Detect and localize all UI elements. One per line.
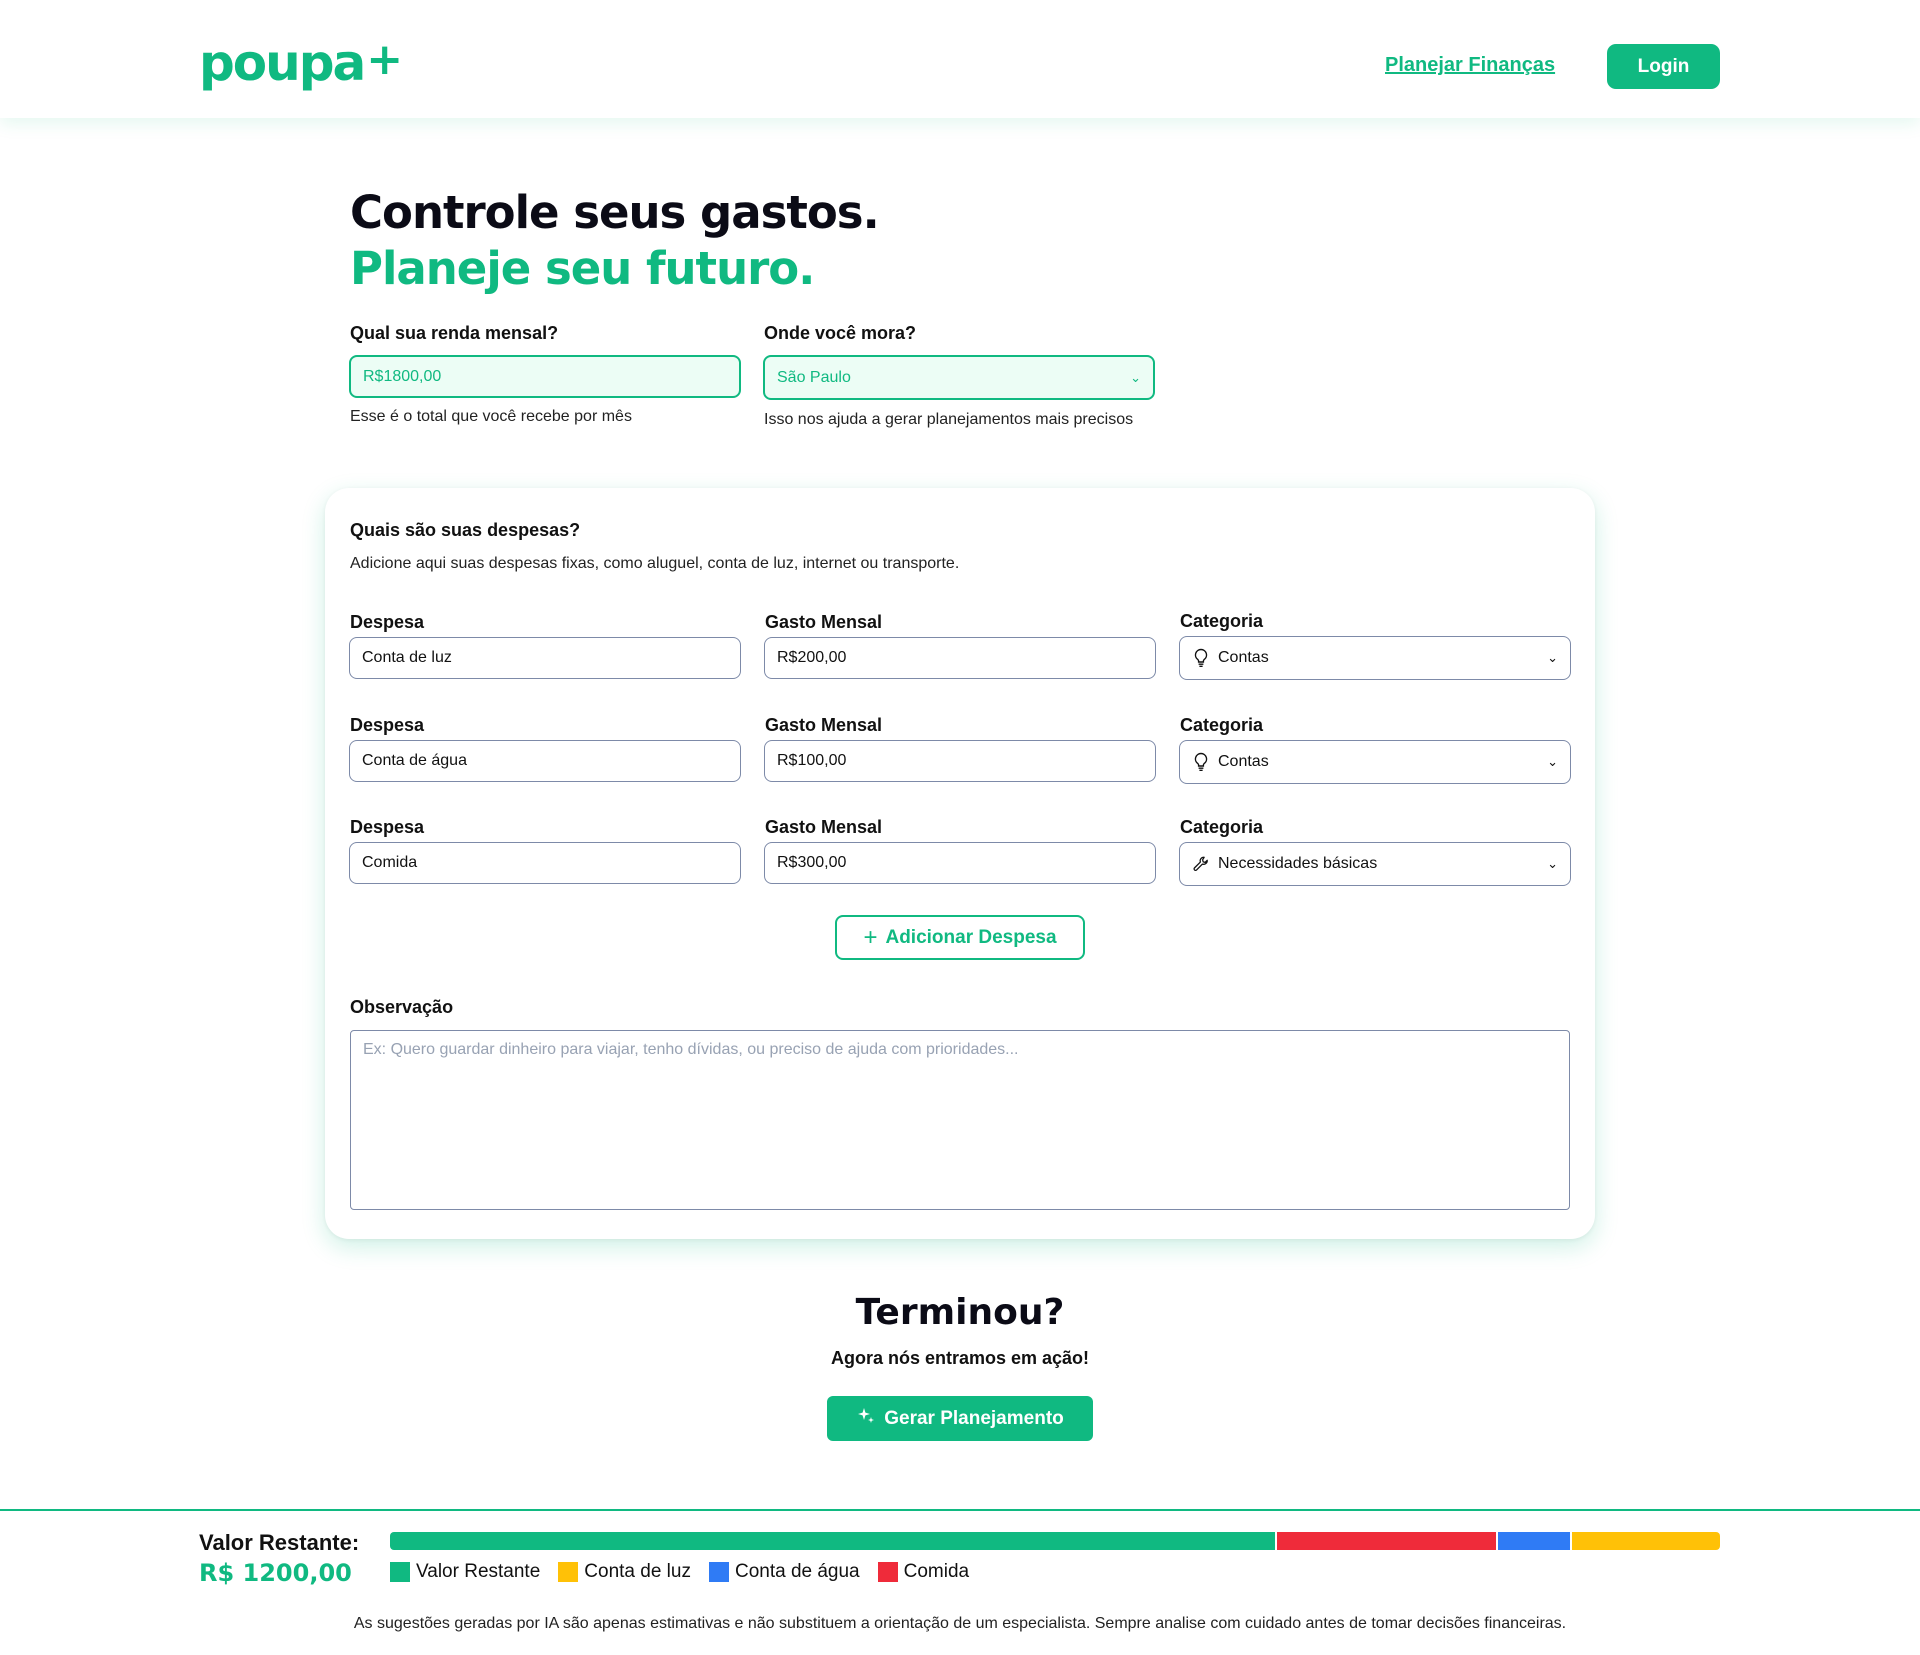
amount-label: Gasto Mensal: [765, 715, 883, 735]
budget-bar-segment: [1276, 1532, 1499, 1550]
tool-icon: [1192, 854, 1210, 874]
legend-swatch: [708, 1562, 729, 1582]
amount-value: R$100,00: [777, 752, 847, 769]
legend-item: Valor Restante: [390, 1561, 540, 1583]
expense-label: Despesa: [350, 612, 425, 632]
budget-bar-segment: [390, 1532, 1277, 1550]
budget-bar-segment: [1572, 1532, 1720, 1550]
top-header: poupa+ Planejar Finanças Login: [0, 0, 1920, 118]
chevron-down-icon: ⌄: [1547, 856, 1558, 871]
notes-label: Observação: [350, 997, 454, 1017]
sparkle-icon: [856, 1406, 876, 1432]
amount-input[interactable]: R$100,00: [764, 740, 1156, 782]
category-label: Categoria: [1180, 715, 1264, 735]
hero-title: Controle seus gastos.: [350, 186, 880, 239]
category-select[interactable]: Contas ⌄: [1179, 636, 1571, 680]
legend-swatch: [558, 1562, 579, 1582]
income-hint: Esse é o total que você recebe por mês: [350, 408, 632, 425]
expense-input[interactable]: Comida: [349, 842, 741, 884]
notes-textarea[interactable]: Ex: Quero guardar dinheiro para viajar, …: [350, 1030, 1570, 1210]
generate-plan-button[interactable]: Gerar Planejamento: [827, 1396, 1093, 1441]
legend-item: Comida: [877, 1561, 970, 1583]
generate-plan-label: Gerar Planejamento: [884, 1407, 1064, 1429]
legend-item: Conta de luz: [558, 1561, 691, 1583]
category-value: Necessidades básicas: [1218, 855, 1378, 872]
legend-label: Conta de luz: [584, 1561, 691, 1582]
footer-divider: [0, 1509, 1920, 1511]
budget-bar-segment: [1498, 1532, 1573, 1550]
expense-value: Conta de água: [362, 752, 467, 769]
income-label: Qual sua renda mensal?: [350, 323, 559, 343]
amount-value: R$200,00: [777, 649, 847, 666]
location-value: São Paulo: [777, 368, 851, 386]
category-select[interactable]: Contas ⌄: [1179, 740, 1571, 784]
ai-disclaimer: As sugestões geradas por IA são apenas e…: [353, 1615, 1567, 1632]
amount-value: R$300,00: [777, 854, 847, 871]
remaining-value: R$ 1200,00: [199, 1559, 352, 1587]
lightbulb-icon: [1192, 752, 1210, 772]
amount-input[interactable]: R$200,00: [764, 637, 1156, 679]
legend-item: Conta de água: [708, 1561, 860, 1583]
category-value: Contas: [1218, 649, 1269, 666]
income-value: R$1800,00: [363, 367, 442, 385]
chevron-down-icon: ⌄: [1130, 369, 1141, 385]
logo-text: poupa: [199, 34, 366, 92]
income-input[interactable]: R$1800,00: [349, 355, 741, 398]
legend-swatch: [390, 1562, 410, 1582]
category-label: Categoria: [1180, 817, 1264, 837]
login-button[interactable]: Login: [1607, 44, 1720, 89]
chevron-down-icon: ⌄: [1547, 754, 1558, 769]
location-select[interactable]: São Paulo ⌄: [763, 355, 1155, 400]
hero-subtitle: Planeje seu futuro.: [350, 242, 815, 295]
expense-label: Despesa: [350, 817, 425, 837]
location-label: Onde você mora?: [764, 323, 917, 343]
add-expense-button[interactable]: + Adicionar Despesa: [835, 915, 1085, 960]
expense-label: Despesa: [350, 715, 425, 735]
finish-subtitle: Agora nós entramos em ação!: [830, 1348, 1090, 1368]
budget-bar: [390, 1532, 1720, 1550]
expense-input[interactable]: Conta de água: [349, 740, 741, 782]
finish-title: Terminou?: [855, 1292, 1065, 1333]
legend-label: Comida: [903, 1561, 970, 1582]
expense-value: Comida: [362, 854, 418, 871]
expenses-title: Quais são suas despesas?: [350, 520, 581, 540]
location-hint: Isso nos ajuda a gerar planejamentos mai…: [764, 411, 1134, 428]
amount-input[interactable]: R$300,00: [764, 842, 1156, 884]
category-select[interactable]: Necessidades básicas ⌄: [1179, 842, 1571, 886]
plus-icon: +: [863, 923, 878, 951]
add-expense-label: Adicionar Despesa: [885, 926, 1057, 948]
legend-label: Valor Restante: [416, 1561, 541, 1582]
remaining-label: Valor Restante:: [199, 1530, 360, 1555]
category-value: Contas: [1218, 753, 1269, 770]
chevron-down-icon: ⌄: [1547, 650, 1558, 665]
expense-value: Conta de luz: [362, 649, 452, 666]
budget-legend: Valor Restante Conta de luz Conta de água C…: [390, 1561, 969, 1583]
notes-placeholder: Ex: Quero guardar dinheiro para viajar, …: [363, 1041, 1019, 1058]
amount-label: Gasto Mensal: [765, 612, 883, 632]
expense-input[interactable]: Conta de luz: [349, 637, 741, 679]
legend-swatch: [877, 1562, 898, 1582]
category-label: Categoria: [1180, 611, 1264, 631]
legend-label: Conta de água: [734, 1561, 860, 1582]
poupa-logo[interactable]: poupa+: [199, 30, 403, 93]
logo-plus: +: [366, 34, 403, 85]
lightbulb-icon: [1192, 648, 1210, 668]
expenses-subtitle: Adicione aqui suas despesas fixas, como …: [350, 555, 960, 572]
amount-label: Gasto Mensal: [765, 817, 883, 837]
plan-finances-link[interactable]: Planejar Finanças: [1385, 54, 1555, 77]
